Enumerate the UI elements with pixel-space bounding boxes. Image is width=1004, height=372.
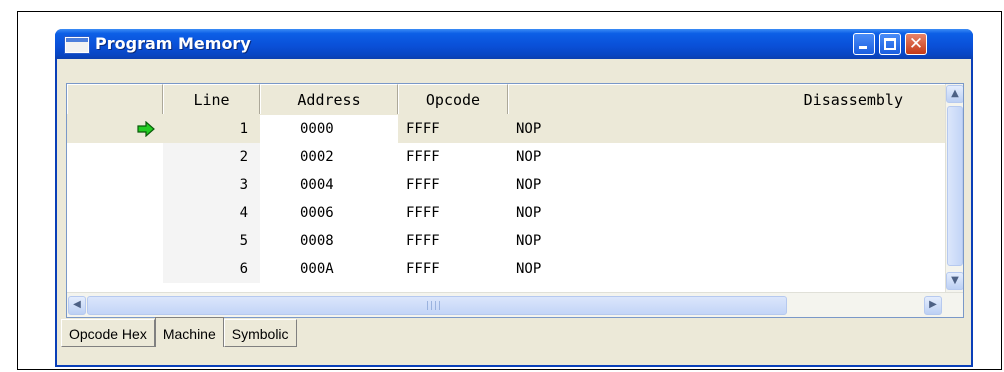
title-bar[interactable]: Program Memory ✕: [55, 29, 973, 59]
opcode-cell: FFFF: [406, 149, 440, 165]
address-cell: 000A: [300, 261, 334, 277]
row-gutter: [67, 115, 163, 143]
opcode-cell: FFFF: [406, 177, 440, 193]
tab-machine[interactable]: Machine: [154, 317, 224, 347]
address-cell: 0004: [300, 177, 334, 193]
table-row[interactable]: 1 0000 FFFF NOP: [67, 115, 945, 143]
vertical-scroll-thumb[interactable]: [947, 106, 963, 266]
program-memory-window: Program Memory ✕ Line Address Opcode Dis…: [55, 29, 973, 367]
opcode-cell: FFFF: [406, 261, 440, 277]
window-icon: [65, 37, 89, 53]
line-number: 2: [163, 143, 260, 171]
scroll-right-button[interactable]: ▶: [924, 296, 942, 315]
table-row[interactable]: 2 0002 FFFF NOP: [67, 143, 945, 171]
table-row[interactable]: 6 000A FFFF NOP: [67, 255, 945, 283]
row-gutter: [67, 199, 163, 227]
scroll-left-button[interactable]: ◀: [68, 296, 86, 315]
address-cell: 0006: [300, 205, 334, 221]
window-title: Program Memory: [95, 34, 251, 53]
table-row[interactable]: 5 0008 FFFF NOP: [67, 227, 945, 255]
line-number: 4: [163, 199, 260, 227]
scroll-up-button[interactable]: ▲: [946, 85, 963, 103]
row-gutter: [67, 227, 163, 255]
disassembly-cell: NOP: [516, 261, 542, 277]
line-number: 1: [239, 121, 248, 137]
column-header-line[interactable]: Line: [163, 84, 260, 114]
disassembly-cell: NOP: [516, 205, 542, 221]
disassembly-cell: NOP: [516, 149, 542, 165]
column-header-gutter: [67, 84, 163, 114]
table-row[interactable]: 4 0006 FFFF NOP: [67, 199, 945, 227]
row-gutter: [67, 143, 163, 171]
close-button[interactable]: ✕: [905, 33, 927, 55]
line-number: 3: [163, 171, 260, 199]
minimize-button[interactable]: [853, 33, 875, 55]
address-cell: 0008: [300, 233, 334, 249]
table-body: 1 0000 FFFF NOP 2 0002 FFFF NOP 3 0004 F…: [67, 115, 945, 283]
row-gutter: [67, 255, 163, 283]
scroll-grip-icon: ||||: [426, 301, 443, 311]
column-header-opcode[interactable]: Opcode: [398, 84, 508, 114]
disassembly-cell: NOP: [516, 177, 542, 193]
view-tabs: Opcode Hex Machine Symbolic: [61, 317, 297, 349]
horizontal-scroll-thumb[interactable]: ||||: [87, 296, 787, 315]
table-row[interactable]: 3 0004 FFFF NOP: [67, 171, 945, 199]
opcode-cell: FFFF: [406, 121, 440, 137]
opcode-cell: FFFF: [406, 233, 440, 249]
memory-grid: Line Address Opcode Disassembly 1 0000 F…: [66, 83, 964, 318]
address-cell: 0000: [260, 115, 398, 143]
column-header-disassembly[interactable]: Disassembly: [508, 84, 945, 114]
maximize-button[interactable]: [879, 33, 901, 55]
close-icon: ✕: [908, 34, 924, 54]
column-header-address[interactable]: Address: [260, 84, 398, 114]
column-header-row: Line Address Opcode Disassembly: [67, 84, 945, 116]
horizontal-scrollbar[interactable]: ◀ |||| ▶: [67, 292, 963, 317]
disassembly-cell: NOP: [516, 121, 542, 137]
maximize-icon: [884, 38, 896, 50]
vertical-scrollbar[interactable]: ▲ ▼: [945, 84, 963, 292]
disassembly-cell: NOP: [516, 233, 542, 249]
opcode-cell: FFFF: [406, 205, 440, 221]
row-gutter: [67, 171, 163, 199]
current-line-arrow-icon: [137, 121, 155, 137]
scroll-down-button[interactable]: ▼: [946, 272, 963, 290]
minimize-icon: [859, 46, 867, 49]
line-number: 5: [163, 227, 260, 255]
line-number: 6: [163, 255, 260, 283]
tab-opcode-hex[interactable]: Opcode Hex: [61, 319, 155, 347]
address-cell: 0002: [300, 149, 334, 165]
tab-symbolic[interactable]: Symbolic: [223, 319, 297, 347]
